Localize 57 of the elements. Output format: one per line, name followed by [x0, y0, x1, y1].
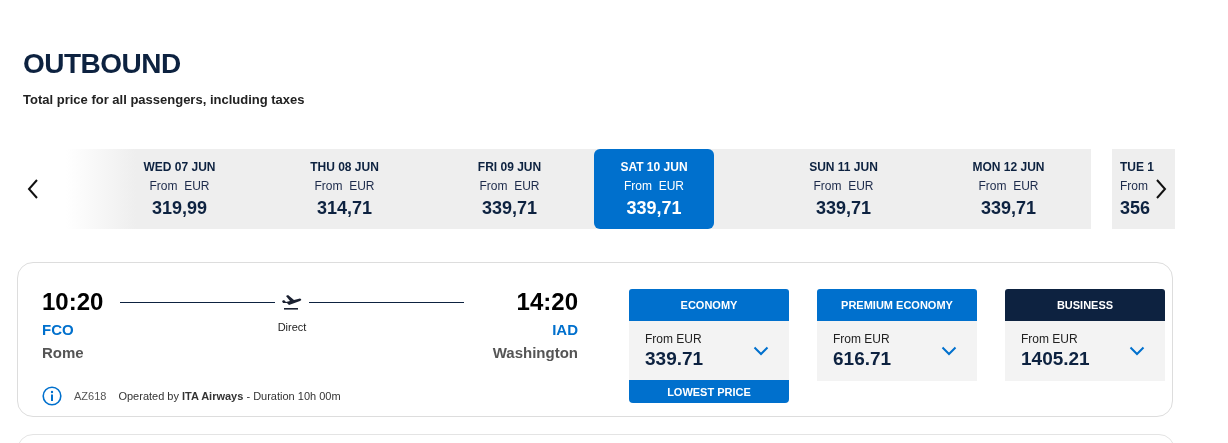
from-label: From EUR — [645, 332, 703, 346]
fare-option[interactable]: From EUR 1405.21 — [1005, 321, 1165, 381]
from-label: From EUR — [833, 332, 891, 346]
date-label: FRI 09 JUN — [477, 159, 542, 174]
flight-details: Operated by ITA Airways - Duration 10h 00m — [118, 390, 341, 402]
city-name: Washington — [492, 344, 578, 361]
chevron-down-icon — [1129, 346, 1145, 356]
cabin-header: PREMIUM ECONOMY — [817, 289, 977, 321]
city-name: Rome — [42, 344, 85, 361]
from-label: From EUR — [813, 178, 874, 193]
from-label: From — [1120, 178, 1148, 193]
flight-number: AZ618 — [74, 390, 107, 402]
page-title: OUTBOUND — [23, 48, 182, 80]
date-label: WED 07 JUN — [143, 159, 216, 174]
from-label: From EUR — [479, 178, 540, 193]
date-tab[interactable]: WED 07 JUN From EUR 319,99 — [97, 149, 262, 229]
chevron-down-icon — [753, 346, 769, 356]
departure-time: 10:20 — [42, 287, 105, 317]
price-label: 339,71 — [626, 197, 682, 219]
date-tab[interactable]: FRI 09 JUN From EUR 339,71 — [427, 149, 592, 229]
fare-price: 339.71 — [645, 348, 704, 370]
chevron-down-icon — [941, 346, 957, 356]
date-label: MON 12 JUN — [972, 159, 1045, 174]
from-label: From EUR — [1021, 332, 1079, 346]
from-label: From EUR — [314, 178, 375, 193]
airport-code: IAD — [552, 321, 578, 338]
date-tab[interactable]: TUE 1 From 356 — [1112, 149, 1175, 229]
subtitle: Total price for all passengers, including taxes — [23, 92, 306, 107]
date-label: SAT 10 JUN — [620, 159, 688, 174]
cabin-header: BUSINESS — [1005, 289, 1165, 321]
price-label: 339,71 — [980, 197, 1037, 219]
plane-icon — [281, 293, 303, 311]
from-label: From EUR — [149, 178, 210, 193]
cabin-header: ECONOMY — [629, 289, 789, 321]
lowest-price-badge: LOWEST PRICE — [629, 380, 789, 403]
date-label: SUN 11 JUN — [809, 159, 878, 174]
price-label: 356 — [1120, 197, 1151, 219]
arrival-time: 14:20 — [516, 287, 578, 317]
fare-option[interactable]: From EUR 616.71 — [817, 321, 977, 381]
fare-price: 616.71 — [833, 348, 892, 370]
date-label: THU 08 JUN — [310, 159, 379, 174]
fare-option[interactable]: From EUR 339.71 — [629, 321, 789, 381]
date-tab[interactable]: SUN 11 JUN From EUR 339,71 — [761, 149, 926, 229]
info-icon[interactable] — [42, 386, 62, 406]
from-label: From EUR — [624, 178, 684, 193]
date-tab[interactable]: MON 12 JUN From EUR 339,71 — [926, 149, 1091, 229]
from-label: From EUR — [978, 178, 1039, 193]
price-label: 339,71 — [815, 197, 872, 219]
date-tab[interactable]: THU 08 JUN From EUR 314,71 — [262, 149, 427, 229]
price-label: 339,71 — [481, 197, 538, 219]
stops-label: Direct — [277, 321, 307, 333]
airport-code: FCO — [42, 321, 75, 338]
price-label: 319,99 — [151, 197, 208, 219]
fare-price: 1405.21 — [1021, 348, 1090, 370]
price-label: 314,71 — [316, 197, 373, 219]
date-label: TUE 1 — [1120, 159, 1154, 174]
date-tab[interactable]: SAT 10 JUN From EUR 339,71 — [594, 149, 714, 229]
